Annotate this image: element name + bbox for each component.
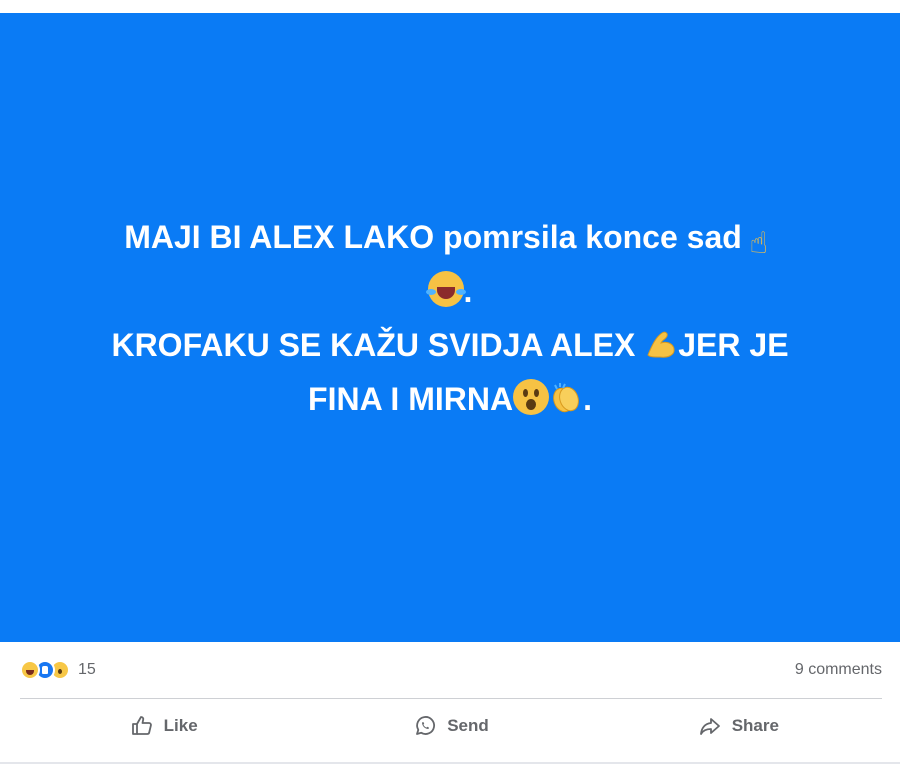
post-line-3: KROFAKU SE KAŽU SVIDJA ALEX JER JE — [50, 318, 850, 372]
post-line-2: . — [50, 264, 850, 318]
astonished-emoji — [513, 378, 550, 415]
post-line-1-lower: pomrsila konce sad — [443, 218, 742, 255]
post-image[interactable]: MAJI BI ALEX LAKO pomrsila konce sad ☝ . … — [0, 13, 900, 642]
post-line-4: FINA I MIRNA . — [50, 372, 850, 426]
flexed-biceps-emoji — [644, 327, 678, 361]
post-line-1-text: MAJI BI ALEX LAKO — [124, 218, 444, 255]
post-line-4-end: . — [583, 380, 592, 417]
post-line-4-text: FINA I MIRNA — [308, 380, 514, 417]
share-label: Share — [731, 716, 779, 735]
reactions-summary[interactable]: 15 — [20, 660, 96, 680]
pointing-up-emoji: ☝ — [749, 225, 768, 261]
reaction-count[interactable]: 15 — [78, 661, 96, 679]
share-button[interactable]: Share — [608, 707, 868, 745]
divider — [20, 698, 882, 699]
clapping-hands-emoji — [549, 381, 583, 415]
top-strip — [0, 0, 900, 13]
like-button[interactable]: Like — [34, 707, 294, 745]
like-label: Like — [163, 716, 198, 735]
post-stats: 15 9 comments — [20, 652, 882, 688]
rolling-laughing-emoji — [425, 270, 466, 307]
send-button[interactable]: Send — [321, 707, 581, 745]
haha-reaction-icon — [20, 660, 40, 680]
share-arrow-icon — [699, 718, 720, 735]
comments-count[interactable]: 9 comments — [795, 661, 882, 679]
post-text: MAJI BI ALEX LAKO pomrsila konce sad ☝ . … — [50, 210, 850, 426]
post-line-3-end: JER JE — [678, 326, 789, 363]
post-actions: Like Send Share — [20, 706, 882, 746]
send-label: Send — [447, 716, 489, 735]
thumbs-up-icon — [131, 716, 152, 735]
post-line-3-text: KROFAKU SE KAŽU SVIDJA ALEX — [111, 326, 645, 363]
post-line-1: MAJI BI ALEX LAKO pomrsila konce sad ☝ — [50, 210, 850, 264]
whatsapp-icon — [416, 716, 436, 735]
post-card: MAJI BI ALEX LAKO pomrsila konce sad ☝ . … — [0, 0, 900, 764]
